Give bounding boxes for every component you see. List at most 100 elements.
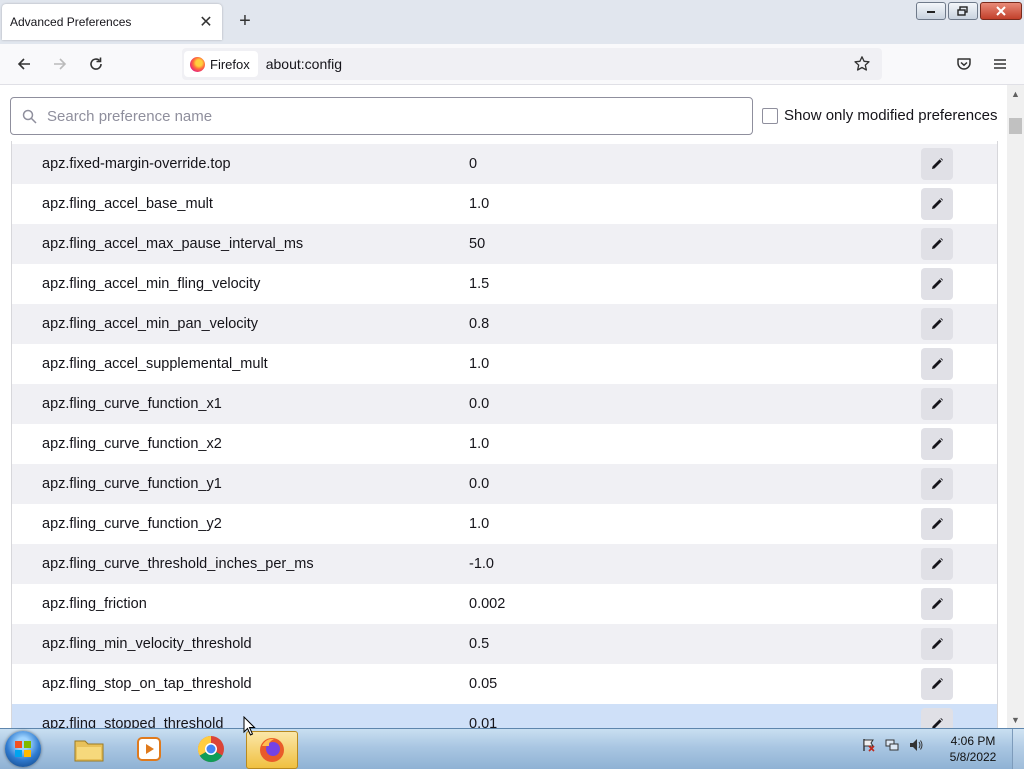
edit-preference-button[interactable] [921, 668, 953, 700]
new-tab-button[interactable]: + [234, 10, 256, 32]
identity-box[interactable]: Firefox [184, 51, 258, 77]
tab-close-icon[interactable]: ✕ [196, 12, 216, 32]
preference-value[interactable]: 0.05 [469, 676, 497, 692]
preference-row[interactable]: apz.fixed-margin-override.top 0 [12, 144, 997, 184]
pencil-icon [932, 478, 943, 489]
preference-row[interactable]: apz.fling_curve_function_y2 1.0 [12, 504, 997, 544]
preference-value[interactable]: 50 [469, 236, 485, 252]
edit-preference-button[interactable] [921, 428, 953, 460]
edit-preference-button[interactable] [921, 268, 953, 300]
preference-name: apz.fling_accel_base_mult [42, 196, 213, 212]
url-text[interactable]: about:config [266, 56, 852, 72]
edit-preference-button[interactable] [921, 508, 953, 540]
preference-value[interactable]: 0.5 [469, 636, 489, 652]
start-button[interactable] [5, 731, 41, 767]
preference-name: apz.fling_accel_min_pan_velocity [42, 316, 259, 332]
preference-value[interactable]: 0.0 [469, 396, 489, 412]
preference-value[interactable]: 0.01 [469, 716, 497, 728]
preference-row[interactable]: apz.fling_curve_function_x1 0.0 [12, 384, 997, 424]
action-center-flag-icon[interactable] [860, 737, 876, 753]
preference-row[interactable]: apz.fling_stop_on_tap_threshold 0.05 [12, 664, 997, 704]
preference-row[interactable]: apz.fling_accel_supplemental_mult 1.0 [12, 344, 997, 384]
preference-value[interactable]: 1.0 [469, 436, 489, 452]
edit-preference-button[interactable] [921, 708, 953, 728]
back-button[interactable] [12, 52, 36, 76]
identity-label: Firefox [210, 56, 250, 72]
search-input[interactable] [45, 106, 729, 126]
preference-value[interactable]: 0.0 [469, 476, 489, 492]
reload-button[interactable] [84, 52, 108, 76]
edit-preference-button[interactable] [921, 188, 953, 220]
volume-icon[interactable] [908, 737, 924, 753]
scroll-up-arrow-icon[interactable]: ▲ [1007, 85, 1024, 102]
taskbar-firefox[interactable] [246, 731, 298, 769]
taskbar-media-player[interactable] [124, 731, 174, 767]
preference-name: apz.fling_min_velocity_threshold [42, 636, 252, 652]
restore-icon [957, 6, 968, 16]
preference-name: apz.fling_curve_function_x2 [42, 436, 222, 452]
folder-icon [74, 740, 104, 762]
vertical-scrollbar[interactable]: ▲ ▼ [1007, 85, 1024, 728]
preference-value[interactable]: 1.0 [469, 356, 489, 372]
forward-button[interactable] [48, 52, 72, 76]
preference-row[interactable]: apz.fling_curve_function_x2 1.0 [12, 424, 997, 464]
edit-preference-button[interactable] [921, 308, 953, 340]
close-window-button[interactable] [980, 2, 1022, 20]
about-config-page: Show only modified preferences apz.fixed… [0, 85, 1024, 728]
preference-row[interactable]: apz.fling_stopped_threshold 0.01 [12, 704, 997, 728]
pencil-icon [932, 518, 943, 529]
preference-row[interactable]: apz.fling_accel_max_pause_interval_ms 50 [12, 224, 997, 264]
preference-value[interactable]: 1.0 [469, 516, 489, 532]
pocket-button[interactable] [952, 52, 976, 76]
preference-row[interactable]: apz.fling_friction 0.002 [12, 584, 997, 624]
scrollbar-thumb[interactable] [1009, 118, 1022, 134]
preference-value[interactable]: 0.002 [469, 596, 505, 612]
preference-row[interactable]: apz.fling_curve_function_y1 0.0 [12, 464, 997, 504]
pencil-icon [932, 198, 943, 209]
tab-advanced-preferences[interactable]: Advanced Preferences ✕ [2, 4, 222, 40]
pencil-icon [932, 598, 943, 609]
preference-row[interactable]: apz.fling_curve_threshold_inches_per_ms -… [12, 544, 997, 584]
pencil-icon [932, 238, 943, 249]
edit-preference-button[interactable] [921, 148, 953, 180]
preference-name: apz.fling_curve_function_y1 [42, 476, 222, 492]
edit-preference-button[interactable] [921, 468, 953, 500]
preference-row[interactable]: apz.fling_min_velocity_threshold 0.5 [12, 624, 997, 664]
show-desktop-button[interactable] [1012, 729, 1024, 769]
edit-preference-button[interactable] [921, 548, 953, 580]
preference-value[interactable]: 0.8 [469, 316, 489, 332]
preference-row[interactable]: apz.fling_accel_min_fling_velocity 1.5 [12, 264, 997, 304]
network-icon[interactable] [884, 737, 900, 753]
app-menu-button[interactable] [988, 52, 1012, 76]
search-box[interactable] [10, 97, 753, 135]
preference-value[interactable]: -1.0 [469, 556, 494, 572]
taskbar-explorer[interactable] [64, 731, 114, 767]
preference-value[interactable]: 0 [469, 156, 477, 172]
scroll-down-arrow-icon[interactable]: ▼ [1007, 711, 1024, 728]
preference-value[interactable]: 1.5 [469, 276, 489, 292]
edit-preference-button[interactable] [921, 228, 953, 260]
reload-icon [90, 57, 102, 70]
close-icon [996, 6, 1006, 16]
edit-preference-button[interactable] [921, 388, 953, 420]
window-controls [916, 2, 1022, 20]
edit-preference-button[interactable] [921, 588, 953, 620]
pencil-icon [932, 678, 943, 689]
taskbar-chrome[interactable] [186, 731, 236, 767]
show-modified-label: Show only modified preferences [784, 107, 998, 124]
edit-preference-button[interactable] [921, 628, 953, 660]
clock-date: 5/8/2022 [949, 750, 997, 764]
edit-preference-button[interactable] [921, 348, 953, 380]
show-modified-toggle[interactable]: Show only modified preferences [762, 107, 997, 124]
preference-value[interactable]: 1.0 [469, 196, 489, 212]
url-bar[interactable]: Firefox about:config [182, 48, 882, 80]
pencil-icon [932, 278, 943, 289]
minimize-button[interactable] [916, 2, 946, 20]
preference-name: apz.fixed-margin-override.top [42, 156, 231, 172]
show-modified-checkbox[interactable] [762, 107, 778, 124]
restore-button[interactable] [948, 2, 978, 20]
preference-row[interactable]: apz.fling_accel_base_mult 1.0 [12, 184, 997, 224]
preference-row[interactable]: apz.fling_accel_min_pan_velocity 0.8 [12, 304, 997, 344]
system-clock[interactable]: 4:06 PM 5/8/2022 [940, 733, 1006, 765]
bookmark-star-icon[interactable] [852, 54, 872, 74]
